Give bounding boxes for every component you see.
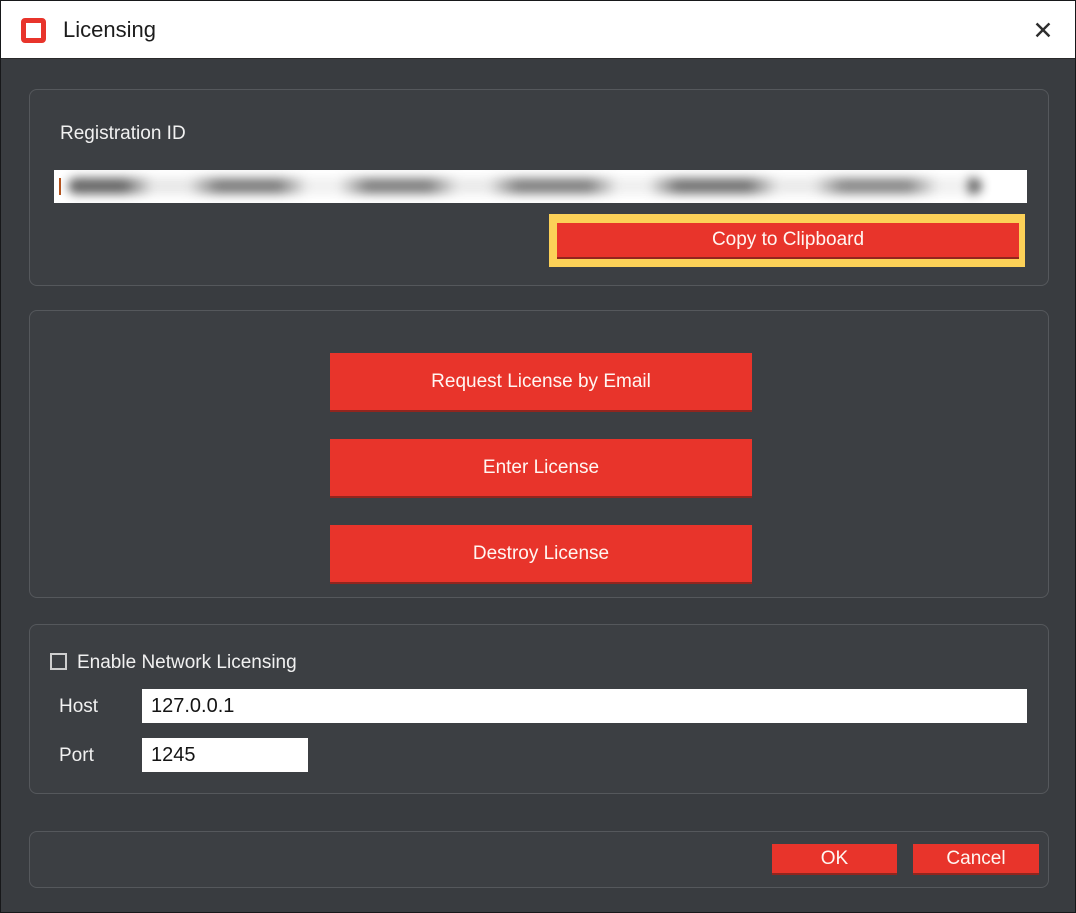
host-input[interactable]	[142, 689, 1027, 723]
enable-network-licensing-checkbox[interactable]	[50, 653, 67, 670]
title-bar: Licensing ✕	[1, 1, 1075, 59]
footer-panel: OK Cancel	[29, 831, 1049, 888]
ok-button[interactable]: OK	[772, 844, 897, 875]
host-label: Host	[59, 696, 98, 718]
annotation-highlight: Copy to Clipboard	[549, 214, 1025, 267]
registration-panel: Registration ID Copy to Clipboard	[29, 89, 1049, 286]
copy-to-clipboard-button[interactable]: Copy to Clipboard	[557, 223, 1019, 259]
redacted-registration-value	[68, 178, 982, 194]
licensing-dialog: Licensing ✕ Registration ID Copy to Clip…	[0, 0, 1076, 913]
port-input[interactable]	[142, 738, 308, 772]
cancel-button[interactable]: Cancel	[913, 844, 1039, 875]
network-licensing-panel: Enable Network Licensing Host Port	[29, 624, 1049, 794]
destroy-license-button[interactable]: Destroy License	[330, 525, 752, 584]
window-title: Licensing	[63, 1, 156, 59]
enable-network-licensing-label: Enable Network Licensing	[77, 652, 297, 674]
app-logo-icon	[21, 18, 46, 43]
registration-id-label: Registration ID	[60, 123, 186, 145]
enter-license-button[interactable]: Enter License	[330, 439, 752, 498]
close-icon[interactable]: ✕	[1019, 7, 1067, 53]
request-license-by-email-button[interactable]: Request License by Email	[330, 353, 752, 412]
license-actions-panel: Request License by Email Enter License D…	[29, 310, 1049, 598]
registration-id-field[interactable]	[54, 170, 1027, 203]
text-caret	[59, 178, 61, 195]
port-label: Port	[59, 745, 94, 767]
